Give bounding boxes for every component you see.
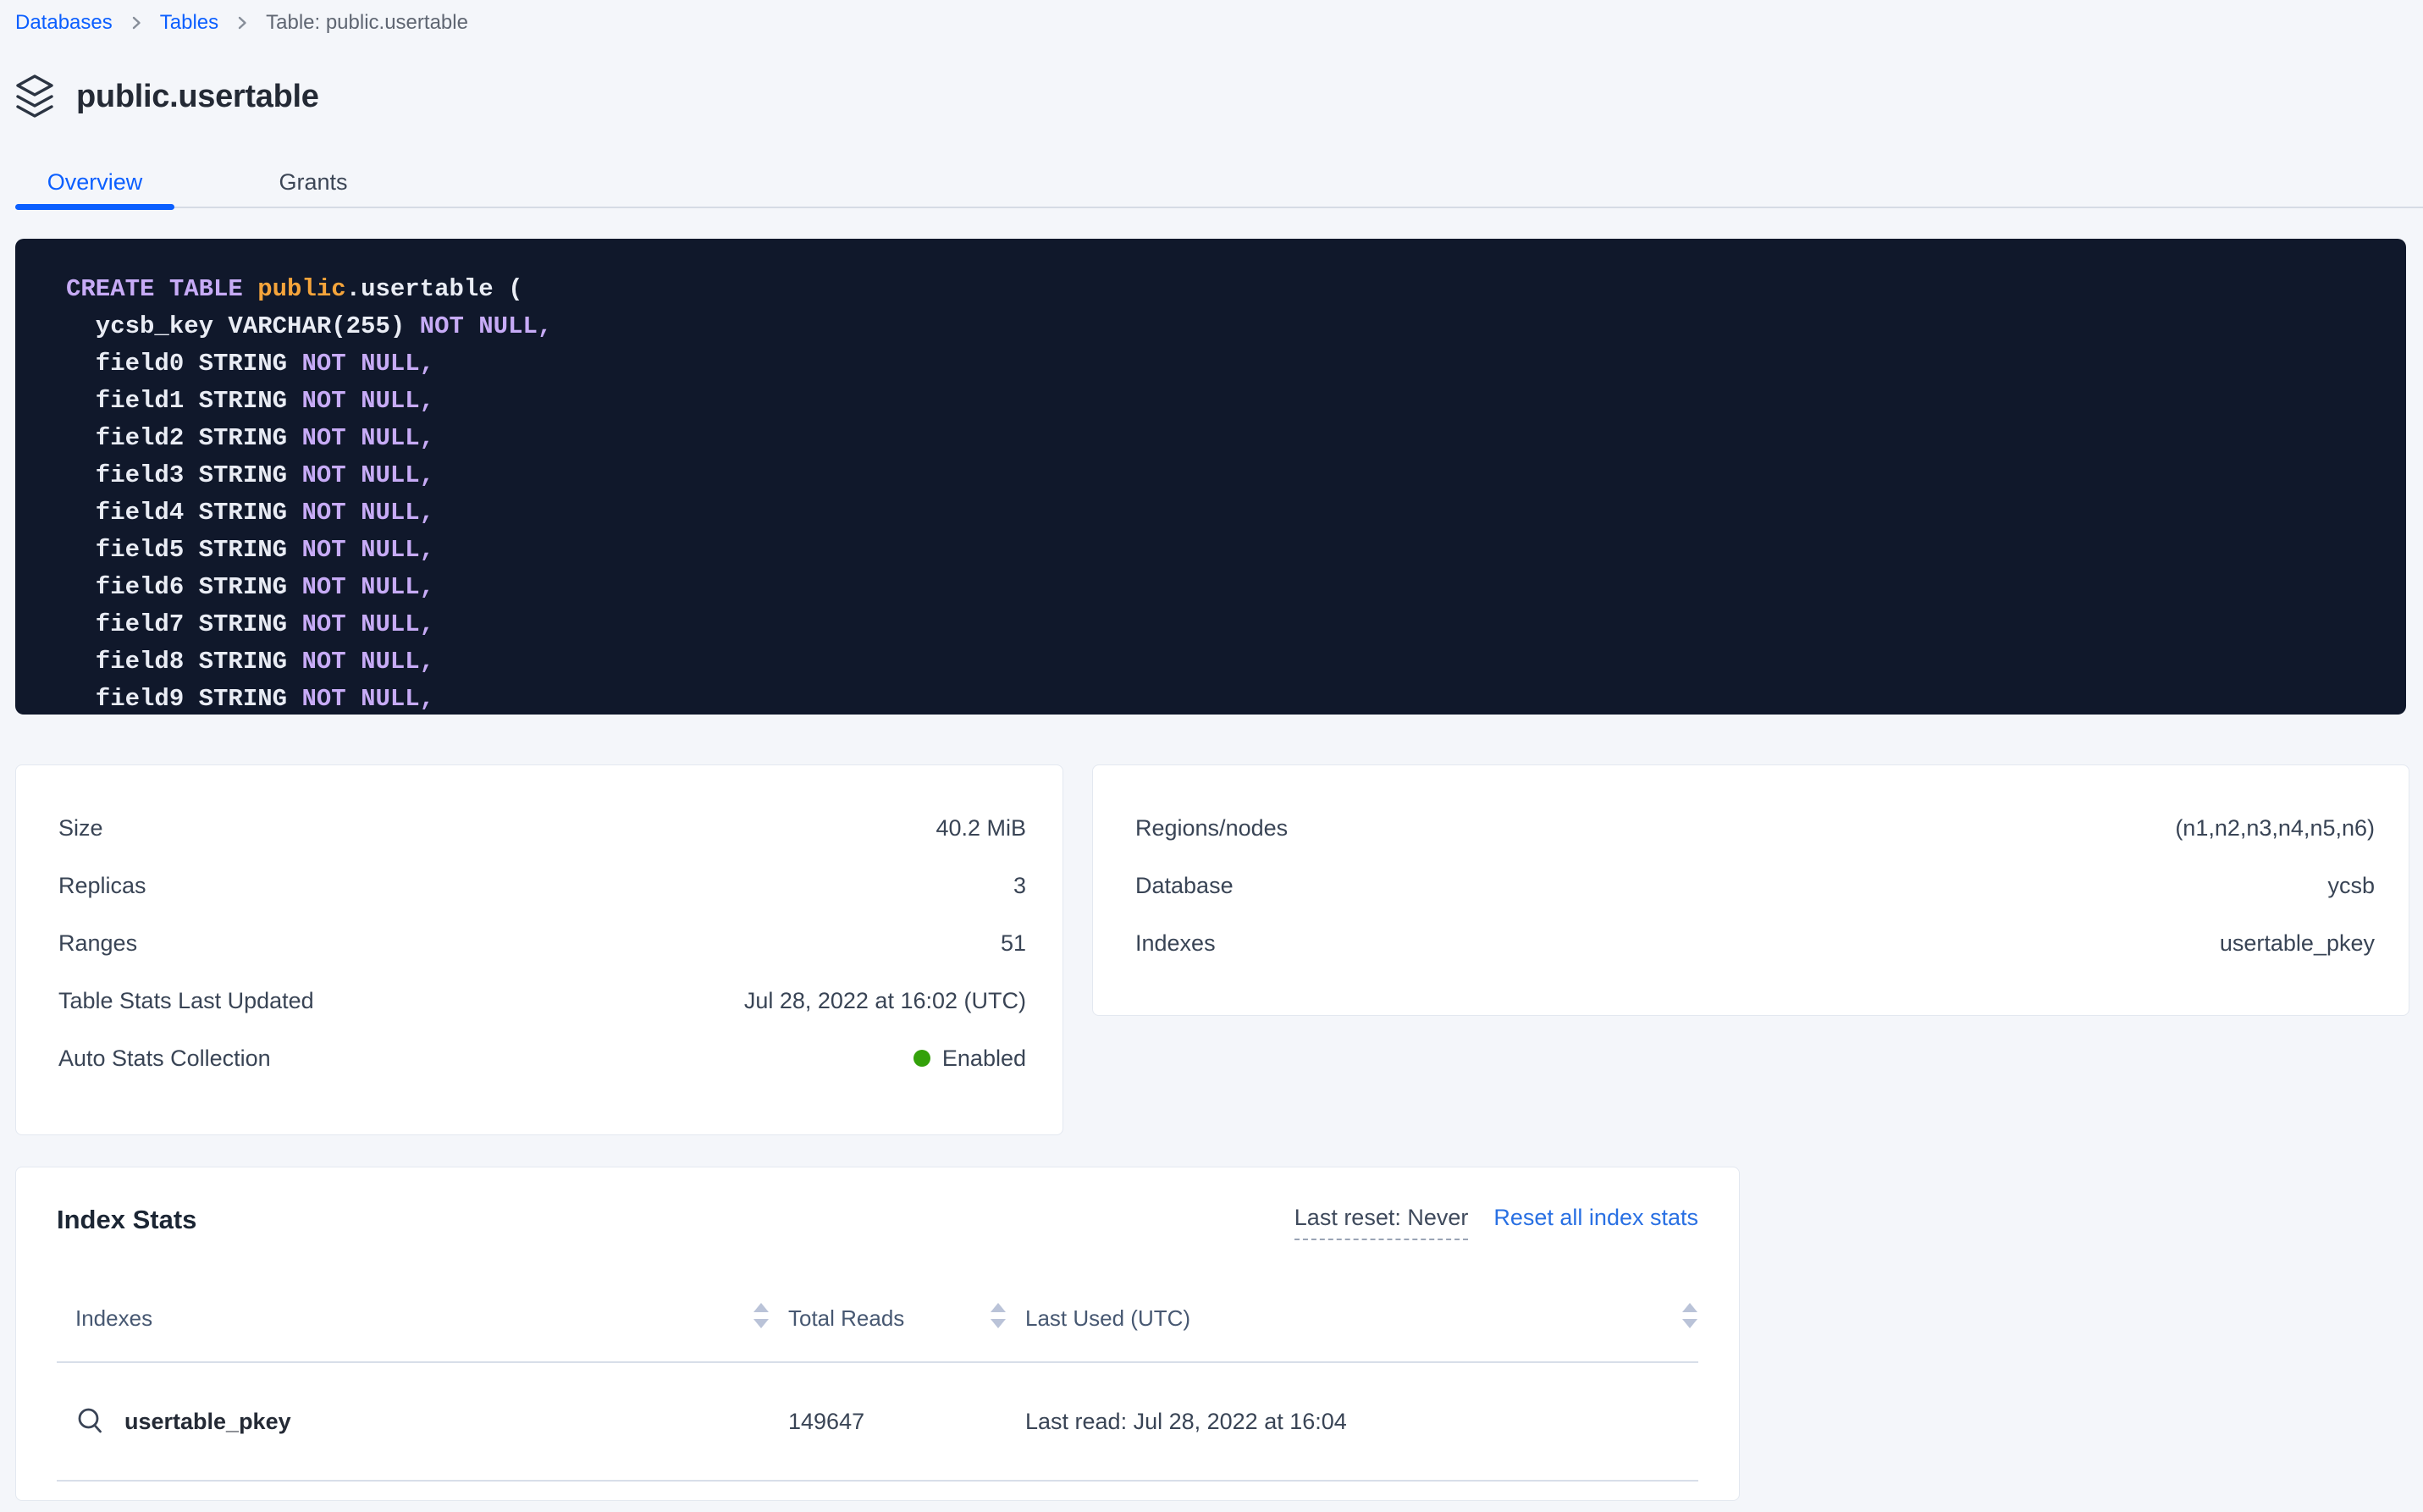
sort-icon[interactable] bbox=[1681, 1301, 1698, 1336]
sql-line: field1 STRING NOT NULL, bbox=[66, 387, 434, 415]
stat-value: 51 bbox=[1001, 930, 1026, 957]
breadcrumb: Databases Tables Table: public.usertable bbox=[15, 0, 2423, 36]
sql-line: field6 STRING NOT NULL, bbox=[66, 573, 434, 601]
index-stats-card: Index Stats Last reset: Never Reset all … bbox=[15, 1167, 1740, 1501]
layers-icon bbox=[15, 74, 54, 119]
breadcrumb-current: Table: public.usertable bbox=[266, 11, 468, 35]
stat-label: Database bbox=[1135, 873, 1234, 899]
stat-row-auto-stats: Auto Stats Collection Enabled bbox=[58, 1029, 1026, 1087]
stat-row-indexes: Indexes usertable_pkey bbox=[1135, 914, 2375, 972]
index-stats-title: Index Stats bbox=[57, 1205, 196, 1235]
stat-label: Table Stats Last Updated bbox=[58, 988, 314, 1014]
stat-row-database: Database ycsb bbox=[1135, 857, 2375, 914]
chevron-right-icon bbox=[130, 13, 143, 33]
search-icon bbox=[75, 1406, 106, 1437]
sort-icon[interactable] bbox=[753, 1301, 770, 1336]
table-details-page: Databases Tables Table: public.usertable… bbox=[0, 0, 2423, 1501]
table-details-card: Size 40.2 MiB Replicas 3 Ranges 51 Table… bbox=[15, 764, 1063, 1135]
detail-cards: Size 40.2 MiB Replicas 3 Ranges 51 Table… bbox=[15, 764, 2423, 1135]
column-header-last-used[interactable]: Last Used (UTC) bbox=[1025, 1301, 1698, 1336]
sql-line: field7 STRING NOT NULL, bbox=[66, 610, 434, 638]
sort-icon[interactable] bbox=[990, 1301, 1007, 1336]
index-name-cell: usertable_pkey bbox=[57, 1406, 770, 1437]
stat-row-ranges: Ranges 51 bbox=[58, 914, 1026, 972]
index-stats-controls: Last reset: Never Reset all index stats bbox=[1294, 1205, 1698, 1240]
sql-line: CREATE TABLE public.usertable ( bbox=[66, 275, 523, 303]
status-dot-enabled bbox=[913, 1050, 930, 1067]
stat-value: (n1,n2,n3,n4,n5,n6) bbox=[2175, 815, 2375, 842]
sql-line: field0 STRING NOT NULL, bbox=[66, 350, 434, 378]
create-table-statement: CREATE TABLE public.usertable ( ycsb_key… bbox=[15, 239, 2406, 715]
sql-line: ycsb_key VARCHAR(255) NOT NULL, bbox=[66, 312, 552, 340]
status-text: Enabled bbox=[942, 1046, 1026, 1072]
page-header: public.usertable bbox=[15, 73, 2423, 120]
stat-label: Replicas bbox=[58, 873, 146, 899]
column-label: Last Used (UTC) bbox=[1025, 1305, 1190, 1332]
tab-bar: Overview Grants bbox=[15, 157, 2423, 208]
stat-label: Auto Stats Collection bbox=[58, 1046, 271, 1072]
index-table-row[interactable]: usertable_pkey 149647 Last read: Jul 28,… bbox=[57, 1363, 1698, 1482]
tab-grants[interactable]: Grants bbox=[246, 157, 381, 207]
stat-row-size: Size 40.2 MiB bbox=[58, 799, 1026, 857]
breadcrumb-databases[interactable]: Databases bbox=[15, 11, 113, 35]
stat-value: 3 bbox=[1013, 873, 1026, 899]
breadcrumb-tables[interactable]: Tables bbox=[160, 11, 218, 35]
chevron-right-icon bbox=[235, 13, 249, 33]
stat-value: usertable_pkey bbox=[2220, 930, 2375, 957]
stat-label: Regions/nodes bbox=[1135, 815, 1288, 842]
stat-value: Enabled bbox=[913, 1046, 1026, 1072]
page-title: public.usertable bbox=[76, 79, 319, 115]
stat-value: ycsb bbox=[2327, 873, 2375, 899]
column-header-total-reads[interactable]: Total Reads bbox=[788, 1301, 1007, 1336]
last-used-cell: Last read: Jul 28, 2022 at 16:04 bbox=[1025, 1409, 1698, 1435]
stat-row-regions: Regions/nodes (n1,n2,n3,n4,n5,n6) bbox=[1135, 799, 2375, 857]
column-label: Indexes bbox=[75, 1305, 152, 1332]
sql-line: field3 STRING NOT NULL, bbox=[66, 461, 434, 489]
stat-value: 40.2 MiB bbox=[936, 815, 1026, 842]
tab-overview[interactable]: Overview bbox=[15, 157, 174, 207]
column-label: Total Reads bbox=[788, 1305, 904, 1332]
sql-line: field8 STRING NOT NULL, bbox=[66, 648, 434, 676]
stat-label: Size bbox=[58, 815, 103, 842]
stat-label: Ranges bbox=[58, 930, 137, 957]
total-reads-cell: 149647 bbox=[788, 1409, 1007, 1435]
table-info-card: Regions/nodes (n1,n2,n3,n4,n5,n6) Databa… bbox=[1092, 764, 2409, 1016]
column-header-indexes[interactable]: Indexes bbox=[57, 1301, 770, 1336]
sql-line: field4 STRING NOT NULL, bbox=[66, 499, 434, 527]
index-name: usertable_pkey bbox=[124, 1409, 291, 1435]
stat-row-stats-updated: Table Stats Last Updated Jul 28, 2022 at… bbox=[58, 972, 1026, 1029]
sql-line: field9 STRING NOT NULL, bbox=[66, 685, 434, 713]
index-table-header: Indexes Total Reads Last Used (UTC) bbox=[57, 1301, 1698, 1363]
index-stats-header: Index Stats Last reset: Never Reset all … bbox=[57, 1205, 1698, 1240]
sql-line: field2 STRING NOT NULL, bbox=[66, 424, 434, 452]
stat-label: Indexes bbox=[1135, 930, 1216, 957]
stat-row-replicas: Replicas 3 bbox=[58, 857, 1026, 914]
reset-index-stats-link[interactable]: Reset all index stats bbox=[1493, 1205, 1698, 1231]
stat-value: Jul 28, 2022 at 16:02 (UTC) bbox=[744, 988, 1026, 1014]
last-reset-label[interactable]: Last reset: Never bbox=[1294, 1205, 1469, 1240]
sql-code: CREATE TABLE public.usertable ( ycsb_key… bbox=[66, 271, 2372, 715]
sql-line: field5 STRING NOT NULL, bbox=[66, 536, 434, 564]
